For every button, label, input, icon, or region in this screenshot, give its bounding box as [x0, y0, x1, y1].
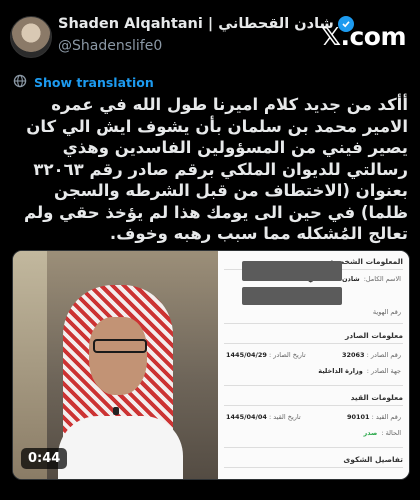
doc-value: وزارة الداخلية — [318, 367, 363, 375]
redaction-block — [242, 287, 342, 305]
document-image[interactable]: المعلومات الشخصية الاسم الكامل: شادن الق… — [218, 251, 409, 479]
doc-row-status: الحالة : صدر — [226, 429, 401, 437]
globe-icon — [13, 74, 27, 91]
doc-value: 32063 — [341, 351, 365, 359]
doc-value: 1445/04/29 — [226, 351, 267, 359]
user-handle[interactable]: @Shadenslife0 — [58, 38, 162, 54]
divider — [224, 323, 403, 324]
video-subject-glasses — [93, 339, 147, 353]
doc-label: رقم الهوية — [372, 308, 401, 316]
media-container[interactable]: 0:44 المعلومات الشخصية الاسم الكامل: شاد… — [12, 250, 410, 480]
doc-label: رقم القيد : — [371, 413, 401, 421]
tweet-text: أأكد من جديد كلام اميرنا طول الله في عمر… — [24, 95, 408, 243]
doc-label: رقم الصادر : — [366, 351, 401, 359]
video-duration-badge: 0:44 — [21, 448, 68, 469]
divider — [224, 467, 403, 468]
avatar[interactable] — [10, 16, 52, 58]
doc-row-entity: جهة الصادر : وزارة الداخلية — [226, 367, 401, 375]
divider — [224, 343, 403, 344]
show-translation-link[interactable]: Show translation — [13, 74, 154, 91]
redaction-block — [242, 261, 342, 281]
doc-row-outgoing: رقم الصادر : 32063 تاريخ الصادر : 1445/0… — [226, 351, 401, 359]
doc-value: 1445/04/04 — [226, 413, 267, 421]
doc-label: تاريخ الصادر : — [269, 351, 306, 359]
status-value: صدر — [363, 429, 378, 437]
divider — [224, 405, 403, 406]
lapel-mic — [113, 407, 119, 415]
show-translation-label[interactable]: Show translation — [34, 75, 154, 90]
doc-label: الحالة : — [381, 429, 401, 437]
doc-value: 90101 — [346, 413, 370, 421]
video-subject-face — [89, 317, 147, 395]
divider — [224, 385, 403, 386]
doc-label: الاسم الكامل: — [363, 275, 401, 283]
video-background — [13, 251, 47, 479]
doc-row-record: رقم القيد : 90101 تاريخ القيد : 1445/04/… — [226, 413, 401, 421]
video-player[interactable]: 0:44 — [13, 251, 218, 479]
doc-section-record: معلومات القيد — [350, 393, 403, 402]
doc-section-outgoing: معلومات الصادر — [344, 331, 403, 340]
doc-label: جهة الصادر : — [366, 367, 401, 375]
display-name-text[interactable]: Shaden Alqahtani | شادن القحطاني — [58, 16, 334, 32]
video-subject-thobe — [58, 416, 183, 479]
doc-section-complaint: تفاصيل الشكوى — [343, 455, 403, 464]
divider — [224, 447, 403, 448]
display-name[interactable]: Shaden Alqahtani | شادن القحطاني — [58, 16, 354, 32]
doc-row-id: رقم الهوية — [226, 308, 401, 316]
doc-label: تاريخ القيد : — [269, 413, 301, 421]
x-logo: 𝕏.com — [320, 22, 407, 51]
